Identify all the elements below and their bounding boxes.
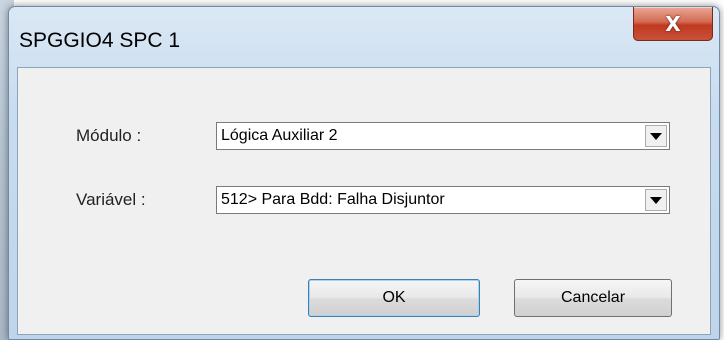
window-title: SPGGIO4 SPC 1 [19, 29, 181, 52]
modulo-label: Módulo : [76, 126, 142, 145]
variavel-dropdown[interactable]: 512> Para Bdd: Falha Disjuntor [216, 186, 670, 214]
chevron-down-icon [650, 196, 662, 204]
dialog-client-area: Módulo : Lógica Auxiliar 2 Variável : 51… [17, 67, 711, 335]
dialog-window: SPGGIO4 SPC 1 X Módulo : Lógica Auxiliar… [8, 6, 720, 340]
cancel-button[interactable]: Cancelar [514, 279, 672, 317]
close-button[interactable]: X [633, 7, 713, 41]
close-icon: X [665, 11, 681, 36]
chevron-down-icon [650, 132, 662, 140]
variavel-value: 512> Para Bdd: Falha Disjuntor [221, 191, 445, 208]
variavel-label: Variável : [76, 190, 146, 209]
modulo-value: Lógica Auxiliar 2 [221, 127, 338, 144]
variavel-dropdown-button[interactable] [645, 189, 667, 211]
modulo-dropdown-button[interactable] [645, 125, 667, 147]
ok-button[interactable]: OK [308, 279, 480, 317]
modulo-dropdown[interactable]: Lógica Auxiliar 2 [216, 122, 670, 150]
